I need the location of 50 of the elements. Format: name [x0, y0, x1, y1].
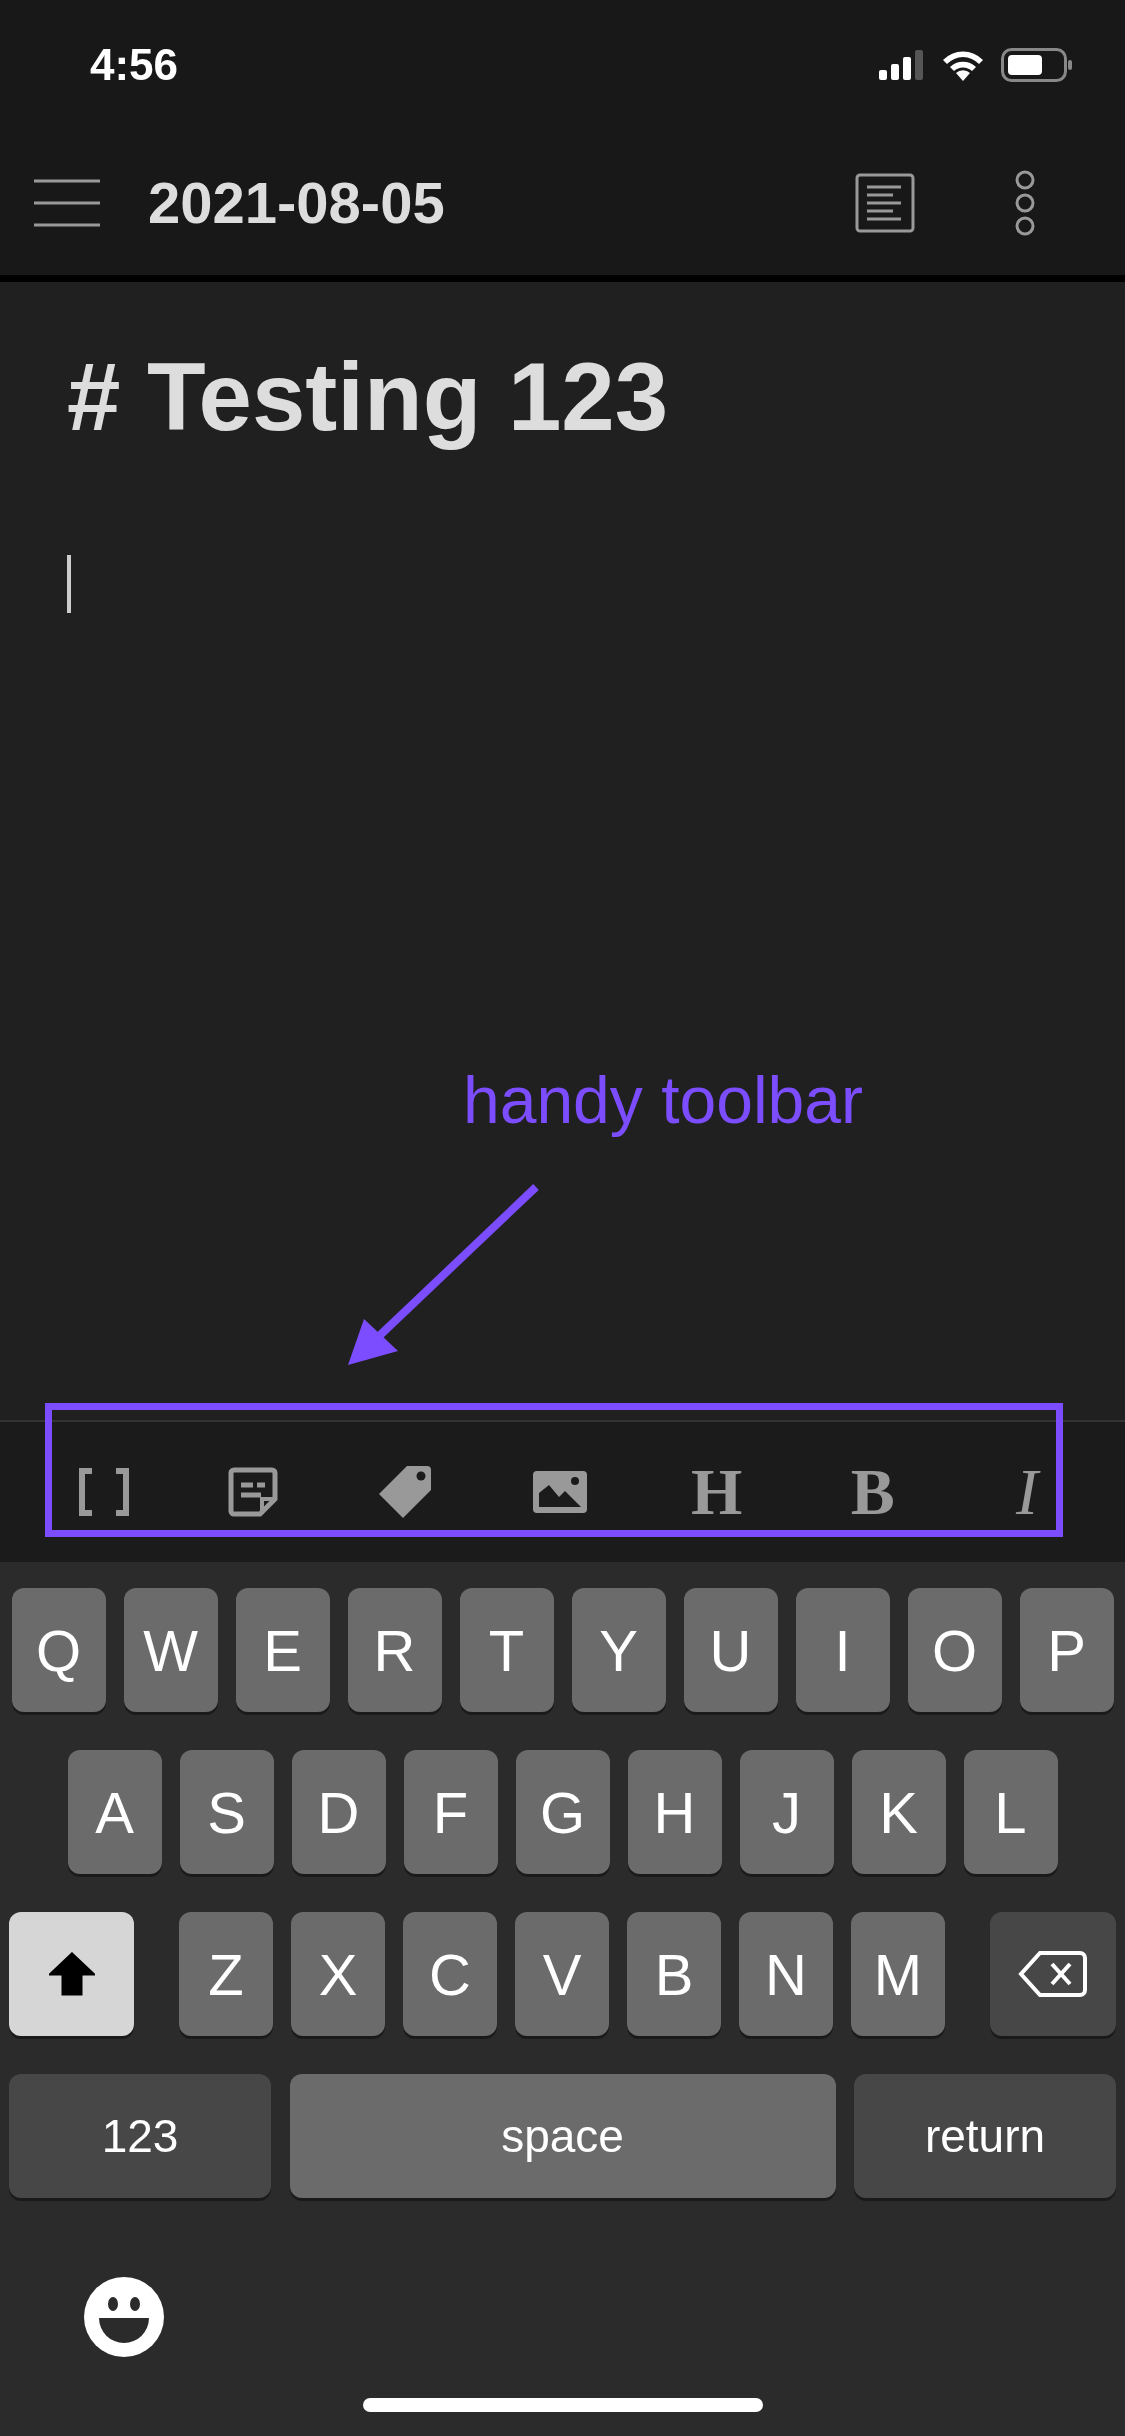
format-button[interactable]: I [998, 1454, 1055, 1530]
letter-key[interactable]: L [963, 1750, 1058, 1874]
wifi-icon [941, 49, 985, 81]
letter-key[interactable]: G [515, 1750, 610, 1874]
letter-key[interactable]: T [459, 1588, 554, 1712]
letter-key[interactable]: D [291, 1750, 386, 1874]
shift-key[interactable] [9, 1912, 134, 2036]
note-icon[interactable] [228, 1467, 279, 1517]
letter-key[interactable]: O [907, 1588, 1002, 1712]
format-button[interactable]: H [687, 1432, 747, 1552]
letter-key[interactable]: U [683, 1588, 778, 1712]
image-icon[interactable] [530, 1469, 589, 1515]
letter-key[interactable]: A [67, 1750, 162, 1874]
space-key[interactable]: space [289, 2074, 836, 2198]
format-button[interactable]: B [844, 1454, 901, 1530]
delete-key[interactable] [990, 1912, 1116, 2036]
more-icon[interactable] [1013, 169, 1037, 236]
letter-key[interactable]: V [515, 1912, 609, 2036]
brackets-icon[interactable] [78, 1468, 130, 1516]
letter-key[interactable]: J [739, 1750, 834, 1874]
numbers-key[interactable]: 123 [9, 2074, 271, 2198]
shift-icon [48, 1952, 95, 1996]
annotation-text: handy toolbar [463, 1062, 863, 1138]
delete-icon [1018, 1950, 1088, 1998]
letter-key[interactable]: Z [179, 1912, 273, 2036]
letter-key[interactable]: Q [11, 1588, 106, 1712]
letter-key[interactable]: H [627, 1750, 722, 1874]
signal-icon [879, 50, 925, 80]
letter-key[interactable]: B [627, 1912, 721, 2036]
note-title: 2021-08-05 [148, 169, 446, 236]
letter-key[interactable]: I [795, 1588, 890, 1712]
letter-key[interactable]: P [1019, 1588, 1114, 1712]
letter-key[interactable]: M [851, 1912, 945, 2036]
letter-key[interactable]: E [235, 1588, 330, 1712]
letter-key[interactable]: C [403, 1912, 497, 2036]
heading-text: # Testing 123 [67, 342, 670, 452]
document-icon[interactable] [855, 172, 915, 233]
letter-key[interactable]: N [739, 1912, 833, 2036]
letter-key[interactable]: Y [571, 1588, 666, 1712]
letter-key[interactable]: S [179, 1750, 274, 1874]
letter-key[interactable]: F [403, 1750, 498, 1874]
menu-icon[interactable] [32, 177, 102, 228]
battery-icon [1001, 48, 1073, 82]
letter-key[interactable]: W [123, 1588, 218, 1712]
letter-key[interactable]: K [851, 1750, 946, 1874]
emoji-icon[interactable] [83, 2276, 165, 2358]
letter-key[interactable]: R [347, 1588, 442, 1712]
status-time: 4:56 [90, 40, 179, 90]
return-key[interactable]: return [854, 2074, 1116, 2198]
letter-key[interactable]: X [291, 1912, 385, 2036]
